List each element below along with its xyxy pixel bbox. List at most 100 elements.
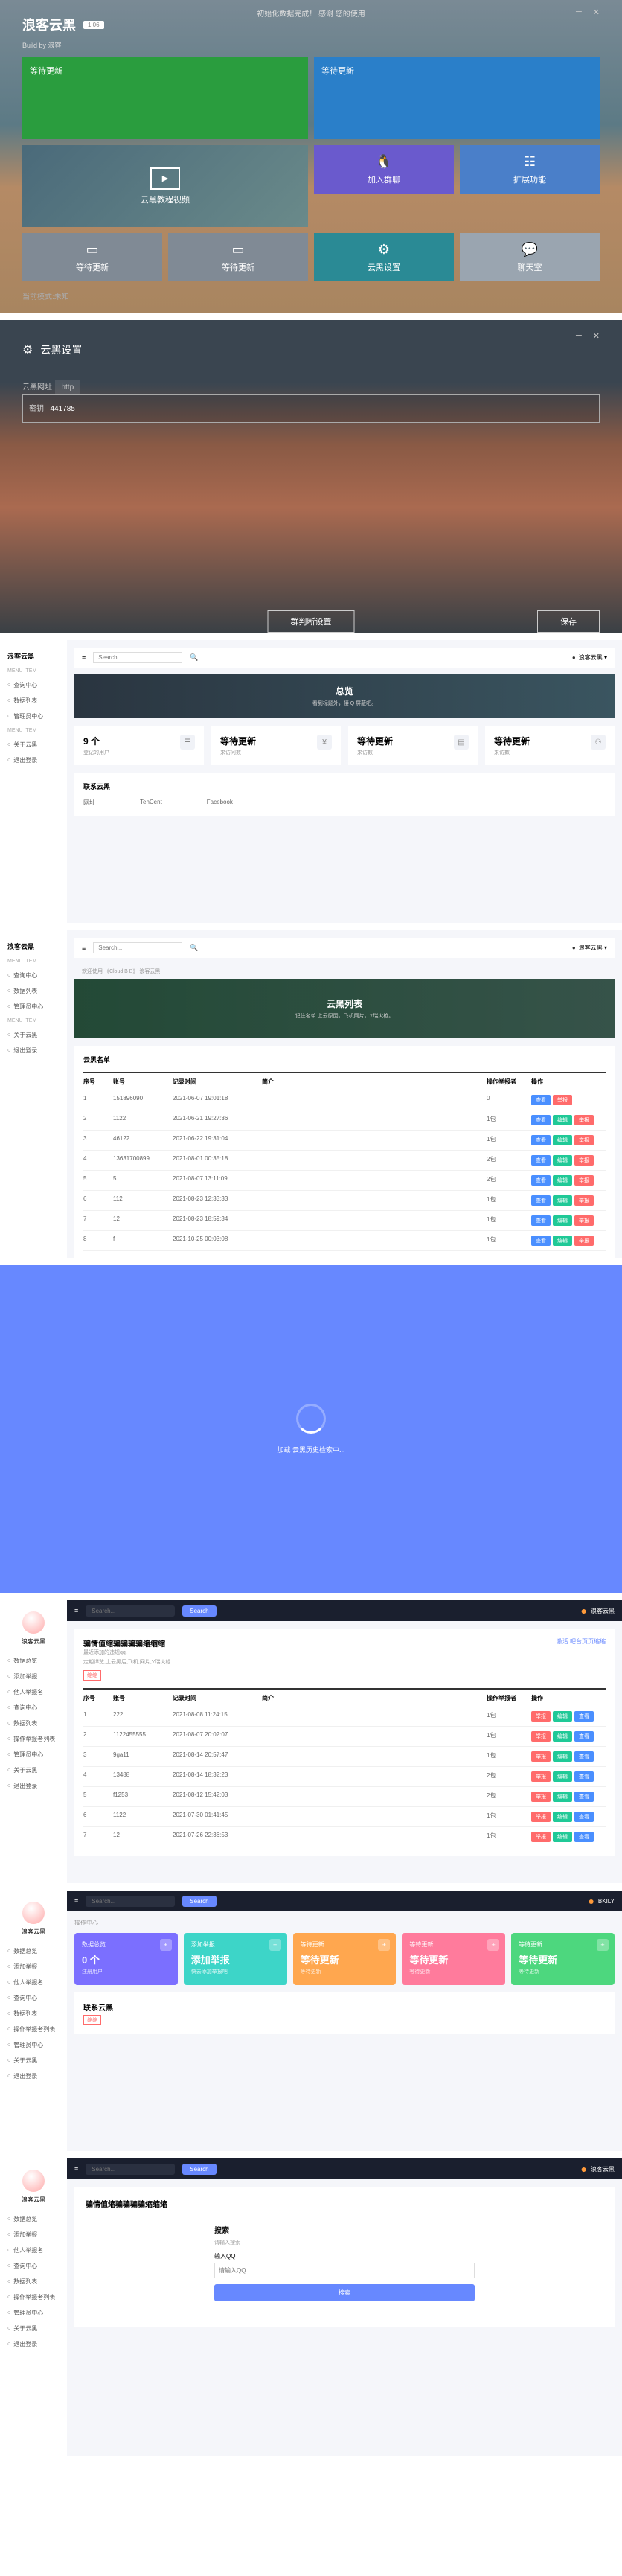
menu-icon[interactable]: ≡ xyxy=(74,1607,78,1614)
row-action-button[interactable]: 查看 xyxy=(531,1236,551,1246)
row-action-button[interactable]: 举报 xyxy=(574,1175,594,1186)
sidebar-item[interactable]: 关于云黑 xyxy=(0,2321,67,2336)
close-icon[interactable]: ✕ xyxy=(593,7,600,17)
row-action-button[interactable]: 查看 xyxy=(531,1115,551,1125)
sidebar-item[interactable]: 添加举报 xyxy=(0,2227,67,2243)
sidebar-item[interactable]: 添加举报 xyxy=(0,1669,67,1684)
sidebar-item[interactable]: 数据列表 xyxy=(0,2274,67,2289)
row-action-button[interactable]: 举报 xyxy=(574,1135,594,1145)
row-action-button[interactable]: 编辑 xyxy=(553,1812,572,1822)
sidebar-item-about[interactable]: 关于云黑 xyxy=(0,1027,67,1043)
search-input[interactable] xyxy=(86,2164,175,2175)
dashboard-card[interactable]: +数据总览0 个注册用户 xyxy=(74,1933,178,1985)
sidebar-item[interactable]: 管理员中心 xyxy=(0,2305,67,2321)
tile-update-3[interactable]: ▭等待更新 xyxy=(22,233,162,281)
row-action-button[interactable]: 查看 xyxy=(574,1792,594,1802)
sidebar-item[interactable]: 退出登录 xyxy=(0,2068,67,2084)
sidebar-item[interactable]: 退出登录 xyxy=(0,2336,67,2352)
row-action-button[interactable]: 查看 xyxy=(531,1215,551,1226)
row-action-button[interactable]: 编辑 xyxy=(553,1236,572,1246)
search-button[interactable]: Search xyxy=(182,1896,216,1907)
sidebar-item[interactable]: 他人举报名 xyxy=(0,1975,67,1990)
sidebar-item-data[interactable]: 数据列表 xyxy=(0,693,67,709)
row-action-button[interactable]: 查看 xyxy=(574,1731,594,1742)
tile-settings[interactable]: ⚙云黑设置 xyxy=(314,233,454,281)
sidebar-item[interactable]: 查询中心 xyxy=(0,2258,67,2274)
sidebar-item[interactable]: 管理员中心 xyxy=(0,2037,67,2053)
sidebar-item[interactable]: 操作举报者列表 xyxy=(0,1731,67,1747)
row-action-button[interactable]: 举报 xyxy=(531,1731,551,1742)
row-action-button[interactable]: 编辑 xyxy=(553,1771,572,1782)
sidebar-item-about[interactable]: 关于云黑 xyxy=(0,737,67,752)
tile-extend[interactable]: ☷扩展功能 xyxy=(460,145,600,194)
row-action-button[interactable]: 编辑 xyxy=(553,1751,572,1762)
row-action-button[interactable]: 举报 xyxy=(531,1792,551,1802)
row-action-button[interactable]: 举报 xyxy=(574,1115,594,1125)
search-input[interactable] xyxy=(93,942,182,953)
minimize-icon[interactable]: ─ xyxy=(576,7,582,17)
menu-icon[interactable]: ≡ xyxy=(82,945,86,952)
search-button[interactable]: Search xyxy=(182,2164,216,2175)
search-icon[interactable]: 🔍 xyxy=(190,944,198,952)
sidebar-item[interactable]: 他人举报名 xyxy=(0,2243,67,2258)
row-action-button[interactable]: 查看 xyxy=(531,1155,551,1166)
sidebar-item[interactable]: 操作举报者列表 xyxy=(0,2022,67,2037)
sidebar-item-admin[interactable]: 管理员中心 xyxy=(0,709,67,724)
row-action-button[interactable]: 查看 xyxy=(531,1175,551,1186)
row-action-button[interactable]: 查看 xyxy=(574,1751,594,1762)
row-action-button[interactable]: 编辑 xyxy=(553,1135,572,1145)
sidebar-item[interactable]: 查询中心 xyxy=(0,1700,67,1716)
sidebar-item[interactable]: 关于云黑 xyxy=(0,1762,67,1778)
tile-update-2[interactable]: 等待更新 xyxy=(314,57,600,139)
search-input[interactable] xyxy=(93,652,182,663)
sidebar-item[interactable]: 数据总览 xyxy=(0,2211,67,2227)
tile-join-group[interactable]: 🐧加入群聊 xyxy=(314,145,454,194)
row-action-button[interactable]: 举报 xyxy=(574,1215,594,1226)
row-action-button[interactable]: 编辑 xyxy=(553,1175,572,1186)
sidebar-item-logout[interactable]: 退出登录 xyxy=(0,1043,67,1058)
row-action-button[interactable]: 举报 xyxy=(531,1812,551,1822)
dashboard-card[interactable]: +等待更新等待更新等待更新 xyxy=(511,1933,615,1985)
row-action-button[interactable]: 举报 xyxy=(531,1832,551,1842)
row-action-button[interactable]: 编辑 xyxy=(553,1195,572,1206)
sidebar-item-admin[interactable]: 管理员中心 xyxy=(0,999,67,1014)
row-action-button[interactable]: 举报 xyxy=(574,1236,594,1246)
row-action-button[interactable]: 举报 xyxy=(531,1711,551,1722)
sidebar-item[interactable]: 数据总览 xyxy=(0,1943,67,1959)
tile-update-4[interactable]: ▭等待更新 xyxy=(168,233,308,281)
sidebar-item[interactable]: 退出登录 xyxy=(0,1778,67,1794)
row-action-button[interactable]: 举报 xyxy=(531,1771,551,1782)
user-menu[interactable]: 浪客云黑 ▾ xyxy=(572,944,607,952)
sidebar-item[interactable]: 管理员中心 xyxy=(0,1747,67,1762)
search-input[interactable] xyxy=(86,1605,175,1617)
key-input[interactable] xyxy=(47,402,270,416)
user-menu[interactable]: 浪客云黑 xyxy=(581,2163,615,2175)
sidebar-item[interactable]: 他人举报名 xyxy=(0,1684,67,1700)
group-settings-button[interactable]: 群判断设置 xyxy=(268,610,355,633)
menu-icon[interactable]: ≡ xyxy=(74,2165,78,2173)
sidebar-item-query[interactable]: 查询中心 xyxy=(0,677,67,693)
row-action-button[interactable]: 查看 xyxy=(574,1832,594,1842)
search-button[interactable]: Search xyxy=(182,1605,216,1617)
row-action-button[interactable]: 举报 xyxy=(553,1095,572,1105)
close-icon[interactable]: ✕ xyxy=(593,331,600,341)
tile-video-tutorial[interactable]: ▶ 云黑教程视频 xyxy=(22,145,308,227)
row-action-button[interactable]: 编辑 xyxy=(553,1711,572,1722)
sidebar-item-logout[interactable]: 退出登录 xyxy=(0,752,67,768)
panel-link[interactable]: 激活 吧台页页缩缩 xyxy=(557,1637,606,1681)
row-action-button[interactable]: 举报 xyxy=(574,1195,594,1206)
search-icon[interactable]: 🔍 xyxy=(190,653,198,662)
sidebar-item[interactable]: 关于云黑 xyxy=(0,2053,67,2068)
search-input[interactable] xyxy=(86,1896,175,1907)
dashboard-card[interactable]: +添加举报添加举报快去添加举报吧 xyxy=(184,1933,287,1985)
menu-icon[interactable]: ≡ xyxy=(82,654,86,662)
sidebar-item[interactable]: 操作举报者列表 xyxy=(0,2289,67,2305)
row-action-button[interactable]: 编辑 xyxy=(553,1115,572,1125)
user-menu[interactable]: 浪客云黑 ▾ xyxy=(572,653,607,662)
menu-icon[interactable]: ≡ xyxy=(74,1897,78,1905)
row-action-button[interactable]: 查看 xyxy=(574,1812,594,1822)
row-action-button[interactable]: 编辑 xyxy=(553,1215,572,1226)
sidebar-item[interactable]: 数据列表 xyxy=(0,2006,67,2022)
sidebar-item[interactable]: 数据总览 xyxy=(0,1653,67,1669)
tile-update-1[interactable]: 等待更新 xyxy=(22,57,308,139)
